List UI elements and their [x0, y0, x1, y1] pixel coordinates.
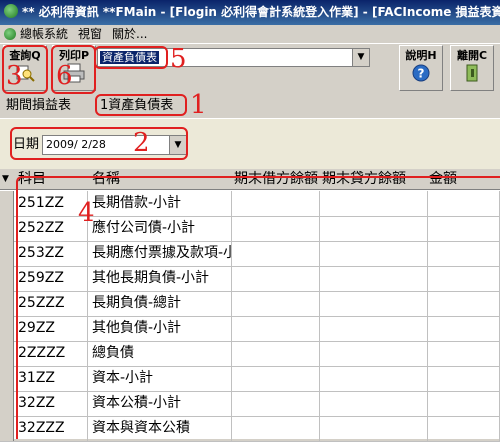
- annotation-number-1: 1: [190, 90, 207, 120]
- menu-window[interactable]: 視窗: [78, 25, 102, 43]
- annotation-box-1: [95, 94, 187, 116]
- chevron-down-icon[interactable]: ▼: [352, 49, 369, 66]
- row-selector[interactable]: [0, 216, 14, 241]
- annotation-number-3: 3: [6, 61, 23, 91]
- annotation-box-2: [10, 127, 188, 160]
- annotation-box-5: [94, 46, 168, 69]
- row-selector[interactable]: [0, 191, 14, 216]
- menu-ledger-system[interactable]: 總帳系統: [20, 25, 68, 43]
- report-tab-row: [0, 93, 500, 118]
- annotation-number-4: 4: [78, 198, 95, 228]
- title-bar: ** 必利得資訊 **FMain - [Flogin 必利得會計系統登入作業] …: [0, 0, 500, 25]
- exit-button[interactable]: 離開C: [450, 45, 494, 91]
- annotation-number-2: 2: [133, 128, 150, 158]
- help-button-label: 說明H: [405, 49, 437, 62]
- row-selector[interactable]: [0, 241, 14, 266]
- row-selector[interactable]: [0, 366, 14, 391]
- annotation-number-6: 6: [56, 61, 73, 91]
- window-title: ** 必利得資訊 **FMain - [Flogin 必利得會計系統登入作業] …: [22, 5, 500, 19]
- row-selector[interactable]: [0, 291, 14, 316]
- exit-door-icon: [466, 64, 478, 82]
- help-icon: ?: [412, 64, 430, 82]
- row-selector[interactable]: [0, 316, 14, 341]
- menu-about[interactable]: 關於...: [112, 25, 147, 43]
- svg-text:?: ?: [418, 67, 425, 81]
- annotation-number-5: 5: [170, 44, 187, 74]
- help-button[interactable]: 說明H ?: [399, 45, 443, 91]
- row-selector[interactable]: [0, 391, 14, 416]
- row-selector[interactable]: [0, 416, 14, 441]
- mdi-app-icon[interactable]: [4, 28, 16, 40]
- row-selector[interactable]: [0, 341, 14, 366]
- exit-button-label: 離開C: [456, 49, 488, 62]
- row-indicator-icon: ▼: [2, 174, 9, 184]
- tab-income-statement[interactable]: 期間損益表: [6, 97, 71, 114]
- row-selector[interactable]: [0, 266, 14, 291]
- menu-bar: 總帳系統 視窗 關於...: [0, 25, 500, 43]
- app-icon: [4, 4, 18, 18]
